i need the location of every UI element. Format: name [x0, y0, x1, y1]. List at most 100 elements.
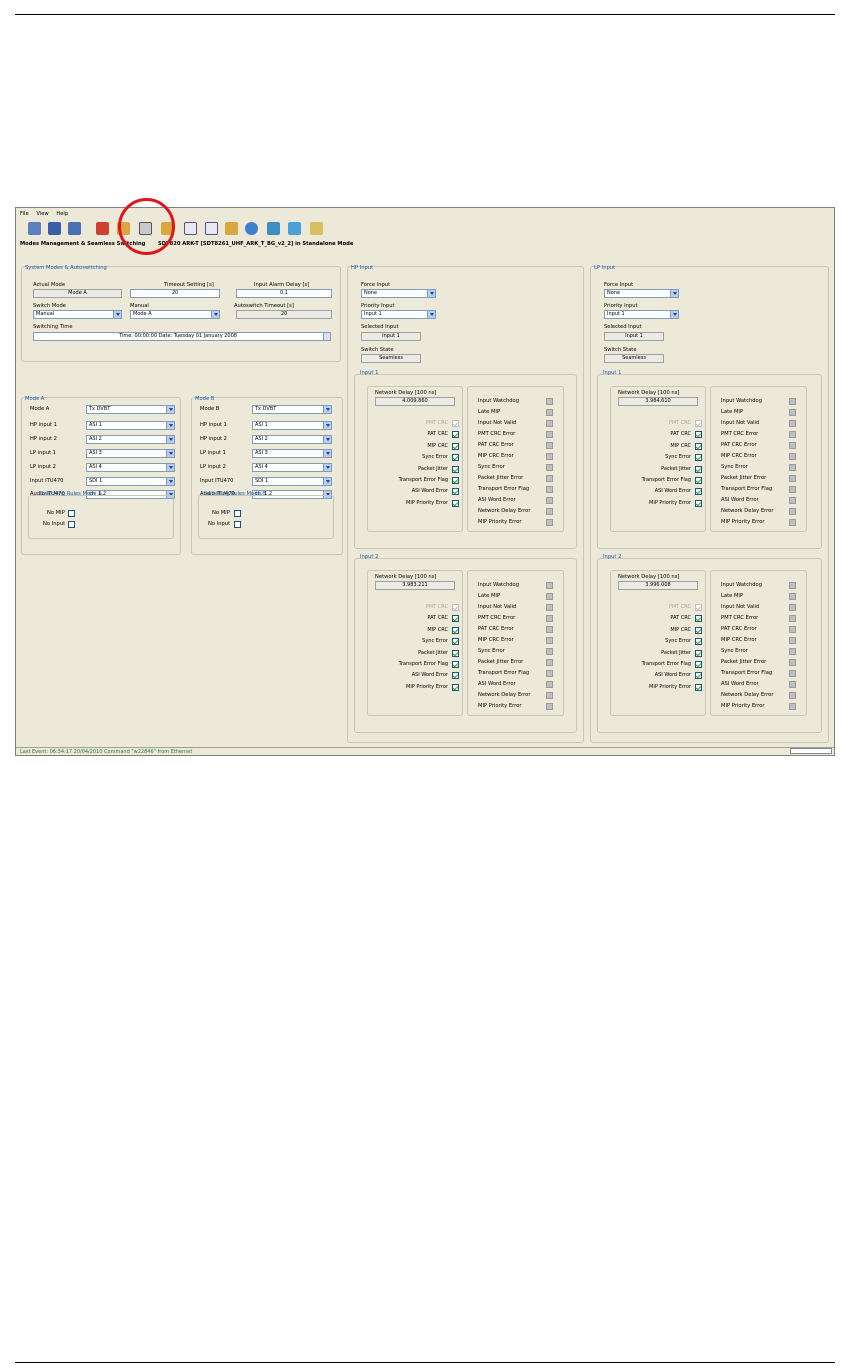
check-checkbox[interactable] [695, 465, 702, 473]
alarm-led [789, 604, 796, 611]
lp-input-title: LP Input [594, 265, 616, 271]
selected-input-field: Input 1 [604, 332, 664, 341]
check-label: Packet Jitter [418, 465, 448, 472]
check-checkbox[interactable] [452, 465, 459, 473]
check-checkbox[interactable] [452, 431, 459, 439]
alarm-label: MIP Priority Error [721, 703, 765, 709]
priority-input-select[interactable]: Input 1 [361, 310, 436, 319]
alarm-led [789, 582, 796, 589]
priority-input-label: Priority Input [361, 303, 395, 309]
check-checkbox[interactable] [695, 477, 702, 484]
alarm-label: PAT CRC Error [478, 442, 514, 448]
modeA-row-select[interactable]: ASI 2 [86, 435, 175, 444]
timeout-label: Timeout Setting [s] [164, 282, 214, 288]
check-checkbox[interactable] [695, 454, 702, 462]
alarm-led [546, 409, 553, 416]
modeB-row-select[interactable]: ASI 4 [252, 463, 332, 472]
force-input-select[interactable]: None [361, 289, 436, 298]
alarm-label: Input Watchdog [478, 582, 519, 588]
switch-mode-select[interactable]: Manual [33, 310, 122, 319]
check-checkbox[interactable] [452, 683, 459, 691]
check-checkbox[interactable] [452, 672, 459, 680]
alarm-label: Late MIP [478, 409, 501, 415]
modeB-row-select[interactable]: SDI 1 [252, 477, 332, 486]
force-input-select[interactable]: None [604, 289, 679, 298]
check-checkbox[interactable] [452, 488, 459, 496]
no-input-b-checkbox[interactable] [234, 521, 241, 528]
folder-icon[interactable] [68, 222, 81, 235]
alarm-led [789, 475, 796, 482]
check-checkbox[interactable] [452, 454, 459, 462]
modeA-row-select[interactable]: ASI 3 [86, 449, 175, 458]
switching-time-label: Switching Time [33, 324, 73, 330]
check-checkbox[interactable] [452, 649, 459, 657]
network-delay-field: 3.983.211 [375, 581, 455, 590]
check-checkbox[interactable] [695, 638, 702, 646]
check-checkbox[interactable] [452, 499, 459, 507]
check-checkbox[interactable] [695, 442, 702, 450]
alm-prm-icon[interactable] [205, 222, 218, 235]
alarm-delay-input[interactable]: 0,1 [236, 289, 332, 298]
modeA-row-select[interactable]: Tx DVBT [86, 405, 175, 414]
force-input-label: Force Input [604, 282, 634, 288]
check-checkbox[interactable] [695, 488, 702, 496]
highlight-circle [118, 198, 175, 255]
no-mip-a-label: No MIP [47, 510, 65, 516]
alarm-label: ASI Word Error [478, 681, 516, 687]
modeB-row-select[interactable]: Tx DVBT [252, 405, 332, 414]
check-checkbox[interactable] [695, 649, 702, 657]
no-mip-a-checkbox[interactable] [68, 510, 75, 517]
check-checkbox[interactable] [695, 661, 702, 668]
network-icon[interactable] [28, 222, 41, 235]
modeA-row-select[interactable]: ASI 1 [86, 421, 175, 430]
manual-select[interactable]: Mode A [130, 310, 220, 319]
checkmark-icon[interactable] [288, 222, 301, 235]
check-checkbox[interactable] [452, 626, 459, 634]
modeB-row-select[interactable]: ASI 3 [252, 449, 332, 458]
modeB-row-label: LP input 2 [200, 464, 226, 470]
alarm-led [789, 703, 796, 710]
modeB-row-label: HP input 2 [200, 436, 227, 442]
check-checkbox[interactable] [452, 477, 459, 484]
modeB-row-select[interactable]: ASI 1 [252, 421, 332, 430]
menu-help[interactable]: Help [56, 211, 68, 217]
edit-icon[interactable] [310, 222, 323, 235]
check-checkbox[interactable] [695, 683, 702, 691]
alarm-label: MIP CRC Error [721, 453, 757, 459]
timeout-input[interactable]: 20 [130, 289, 220, 298]
check-checkbox[interactable] [452, 661, 459, 668]
alarm-led [546, 626, 553, 633]
alarm-led [546, 615, 553, 622]
check-checkbox[interactable] [695, 672, 702, 680]
monitor-icon[interactable] [267, 222, 280, 235]
alarm-label: Transport Error Flag [478, 670, 530, 676]
save-icon[interactable] [48, 222, 61, 235]
check-checkbox[interactable] [695, 626, 702, 634]
hp-in2-title: Input 2 [360, 554, 379, 560]
menu-view[interactable]: View [36, 211, 48, 217]
actual-mode-field: Mode A [33, 289, 122, 298]
modeA-row-select[interactable]: SDI 1 [86, 477, 175, 486]
alarm-label: MIP Priority Error [478, 703, 522, 709]
no-mip-b-checkbox[interactable] [234, 510, 241, 517]
menu-bar: File View Help [20, 211, 74, 217]
check-checkbox[interactable] [452, 638, 459, 646]
alarm-led [789, 626, 796, 633]
globe-icon[interactable] [245, 222, 258, 235]
alarm-led [789, 637, 796, 644]
priority-input-select[interactable]: Input 1 [604, 310, 679, 319]
menu-file[interactable]: File [20, 211, 29, 217]
mod-prm-icon[interactable] [184, 222, 197, 235]
export-icon[interactable] [225, 222, 238, 235]
check-checkbox[interactable] [695, 615, 702, 623]
switching-time-spinner[interactable]: Time: 00:00:00 Date: Tuesday 01 January … [33, 332, 331, 341]
check-checkbox[interactable] [695, 499, 702, 507]
no-input-a-checkbox[interactable] [68, 521, 75, 528]
modeB-row-select[interactable]: ASI 2 [252, 435, 332, 444]
check-checkbox[interactable] [695, 431, 702, 439]
autoswitch-label: Autoswitch Timeout [s] [234, 303, 294, 309]
check-checkbox[interactable] [452, 442, 459, 450]
check-checkbox[interactable] [452, 615, 459, 623]
modeA-row-select[interactable]: ASI 4 [86, 463, 175, 472]
home-icon[interactable] [96, 222, 109, 235]
